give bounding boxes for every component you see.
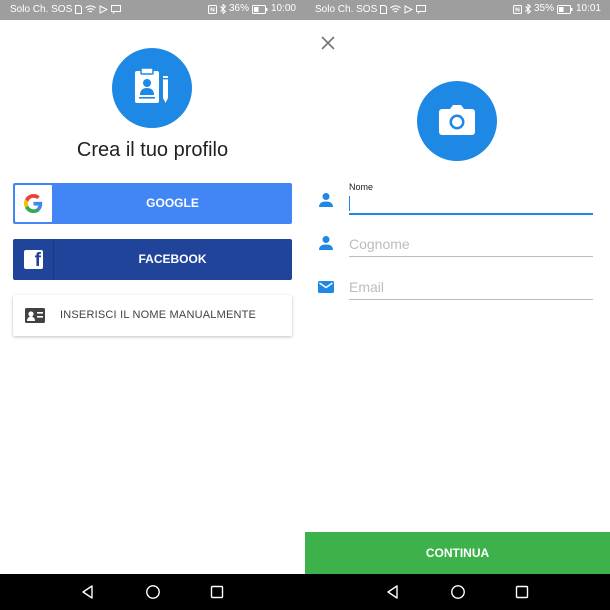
clock-time: 10:00 xyxy=(270,3,296,14)
last-name-placeholder: Cognome xyxy=(349,236,410,252)
message-icon xyxy=(111,5,122,14)
profile-form-screen: Solo Ch. SOS 35% 10:01 Nome Cognome Emai… xyxy=(305,0,610,610)
play-protect-icon xyxy=(99,5,109,14)
first-name-label: Nome xyxy=(349,182,374,192)
recent-apps-icon[interactable] xyxy=(209,584,225,600)
nfc-icon xyxy=(512,4,522,14)
battery-icon xyxy=(556,4,573,14)
wifi-icon xyxy=(85,5,97,14)
google-logo-icon xyxy=(15,185,52,222)
sim-icon xyxy=(75,5,83,14)
home-icon[interactable] xyxy=(450,584,466,600)
google-button-label: GOOGLE xyxy=(146,196,199,210)
status-bar: Solo Ch. SOS 36% 10:00 xyxy=(0,0,305,20)
person-icon xyxy=(319,236,333,250)
nfc-icon xyxy=(207,4,217,14)
status-bar: Solo Ch. SOS 35% 10:01 xyxy=(305,0,610,20)
back-icon[interactable] xyxy=(385,584,401,600)
last-name-field[interactable]: Cognome xyxy=(349,232,593,258)
first-name-underline xyxy=(349,213,593,215)
clipboard-profile-icon xyxy=(112,48,192,128)
facebook-logo-icon: f xyxy=(24,250,43,269)
carrier-text: Solo Ch. SOS xyxy=(315,4,378,15)
person-icon xyxy=(319,193,333,207)
back-icon[interactable] xyxy=(80,584,96,600)
navigation-bar xyxy=(305,574,610,610)
close-icon[interactable] xyxy=(321,36,335,50)
bluetooth-icon xyxy=(525,4,531,14)
email-icon xyxy=(318,281,334,293)
manual-button-label: INSERISCI IL NOME MANUALMENTE xyxy=(60,309,257,321)
email-field[interactable]: Email xyxy=(349,275,593,301)
battery-percent: 35% xyxy=(533,3,554,14)
create-profile-screen: Solo Ch. SOS 36% 10:00 Crea il tuo profi… xyxy=(0,0,305,610)
wifi-icon xyxy=(390,5,402,14)
battery-percent: 36% xyxy=(228,3,249,14)
manual-entry-button[interactable]: INSERISCI IL NOME MANUALMENTE xyxy=(13,295,292,336)
clock-time: 10:01 xyxy=(575,3,601,14)
email-placeholder: Email xyxy=(349,279,385,295)
facebook-button-label: FACEBOOK xyxy=(138,252,207,266)
play-protect-icon xyxy=(404,5,414,14)
navigation-bar xyxy=(0,574,305,610)
email-underline xyxy=(349,299,593,300)
continue-button[interactable]: CONTINUA xyxy=(305,532,610,574)
id-card-icon xyxy=(25,308,45,323)
bluetooth-icon xyxy=(220,4,226,14)
facebook-login-button[interactable]: f FACEBOOK xyxy=(13,239,292,280)
camera-icon[interactable] xyxy=(417,81,497,161)
text-cursor xyxy=(349,196,350,211)
last-name-underline xyxy=(349,256,593,257)
page-title: Crea il tuo profilo xyxy=(76,139,229,161)
battery-icon xyxy=(251,4,268,14)
sim-icon xyxy=(380,5,388,14)
home-icon[interactable] xyxy=(145,584,161,600)
first-name-field[interactable]: Nome xyxy=(349,182,593,216)
message-icon xyxy=(416,5,427,14)
carrier-text: Solo Ch. SOS xyxy=(10,4,73,15)
google-login-button[interactable]: GOOGLE xyxy=(13,183,292,224)
recent-apps-icon[interactable] xyxy=(514,584,530,600)
